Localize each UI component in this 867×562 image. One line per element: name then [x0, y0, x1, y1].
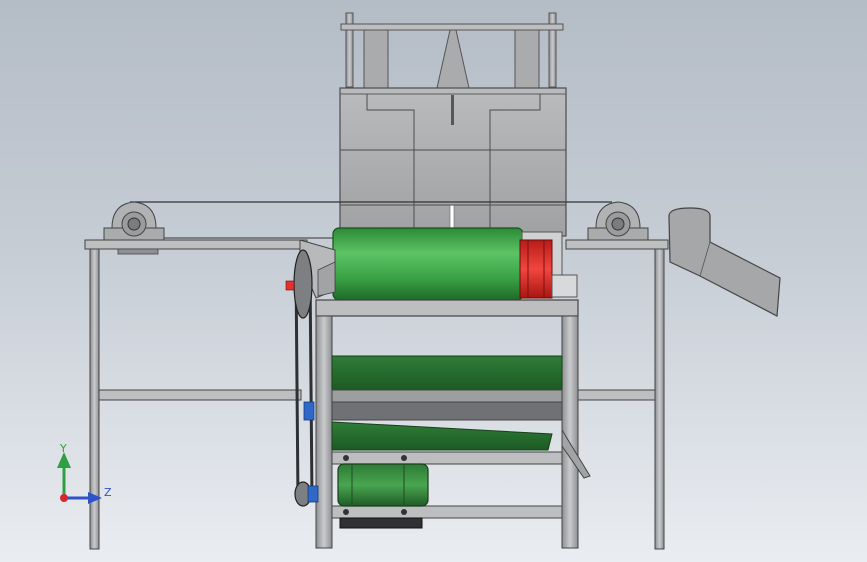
hopper-top-frame [363, 29, 540, 89]
feed-hopper-body [339, 87, 567, 237]
z-axis-label: Z [104, 486, 112, 499]
x-axis-point [60, 494, 68, 502]
left-pillow-block-bearing [103, 201, 165, 241]
coordinate-triad: Y Z [57, 442, 112, 504]
right-pillow-block-bearing [587, 201, 649, 241]
y-axis-label: Y [59, 442, 67, 455]
machine-assembly-drawing[interactable]: Y Z [0, 0, 867, 562]
drive-motor [337, 463, 429, 529]
discharge-chute [668, 207, 781, 317]
cad-viewport[interactable]: Y Z [0, 0, 867, 562]
